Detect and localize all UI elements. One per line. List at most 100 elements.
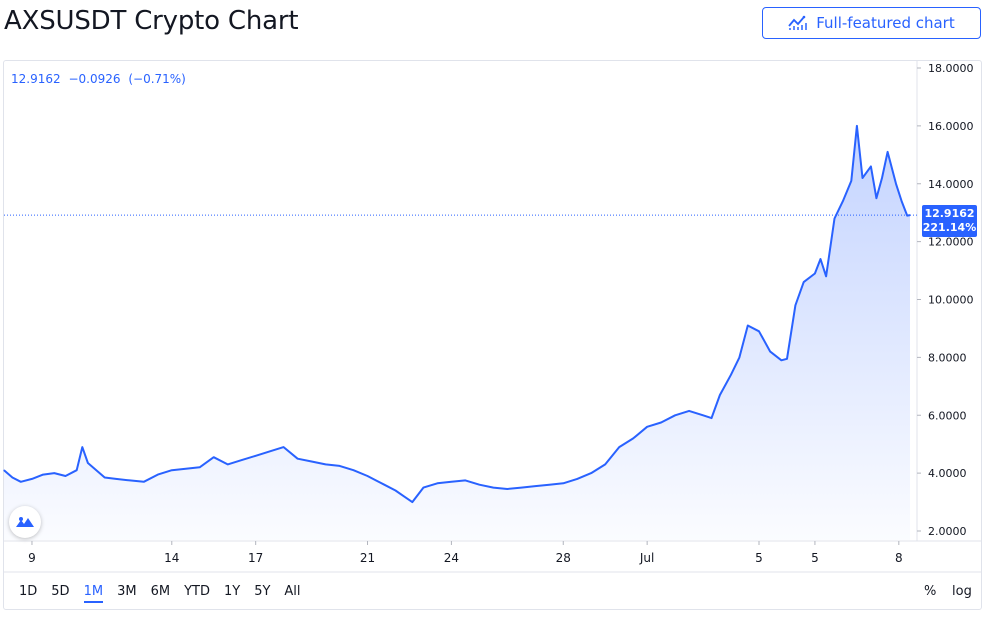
price-point xyxy=(157,474,159,476)
price-point xyxy=(618,446,620,448)
y-tick-label: 2.0000 xyxy=(928,525,967,538)
price-point xyxy=(95,469,97,471)
price-point xyxy=(297,458,299,460)
price-point xyxy=(311,460,313,463)
y-tick-label: 18.0000 xyxy=(928,62,974,75)
log-toggle[interactable]: log xyxy=(952,584,972,599)
price-point xyxy=(688,410,690,412)
legend-change: −0.0926 xyxy=(68,72,121,86)
price-chart[interactable]: 2.0000 4.0000 6.0000 8.0000 10.0000 12.0000 14… xyxy=(0,0,988,623)
price-point xyxy=(881,177,883,179)
price-point xyxy=(478,484,480,486)
price-point xyxy=(383,484,385,486)
last-price-pct: 221.14% xyxy=(922,221,977,235)
price-point xyxy=(199,466,201,468)
price-point xyxy=(819,258,822,260)
range-button-1d[interactable]: 1D xyxy=(19,584,37,603)
range-button-5d[interactable]: 5D xyxy=(51,584,69,603)
price-point xyxy=(227,463,229,465)
price-point xyxy=(53,472,55,474)
range-button-6m[interactable]: 6M xyxy=(151,584,171,603)
y-tick-label: 4.0000 xyxy=(928,467,967,480)
y-tick-label: 16.0000 xyxy=(928,120,974,133)
price-point xyxy=(87,462,89,464)
range-button-3m[interactable]: 3M xyxy=(117,584,137,603)
x-tick-label: 21 xyxy=(360,551,375,565)
y-tick-label: 6.0000 xyxy=(928,409,967,422)
price-point xyxy=(803,281,805,283)
price-point xyxy=(269,450,271,452)
range-button-all[interactable]: All xyxy=(284,584,300,603)
x-tick-label: 5 xyxy=(811,551,819,565)
price-point xyxy=(366,475,369,477)
price-point xyxy=(769,351,771,353)
price-point xyxy=(129,479,131,481)
price-point xyxy=(375,479,377,481)
price-point xyxy=(143,481,145,483)
price-point xyxy=(171,469,173,471)
price-point xyxy=(11,476,13,479)
x-tick-label: 8 xyxy=(895,551,903,565)
range-button-ytd[interactable]: YTD xyxy=(184,584,210,603)
price-point xyxy=(241,459,243,461)
y-tick-label: 8.0000 xyxy=(928,351,967,364)
price-area xyxy=(4,125,910,541)
x-tick-label: 17 xyxy=(248,551,263,565)
price-point xyxy=(786,358,788,360)
legend-change-pct: (−0.71%) xyxy=(128,72,186,86)
price-point xyxy=(730,374,732,376)
range-button-5y[interactable]: 5Y xyxy=(254,584,270,603)
x-tick-label: 28 xyxy=(556,551,571,565)
price-point xyxy=(814,272,816,275)
price-point xyxy=(833,217,836,220)
price-point xyxy=(283,446,285,448)
percent-toggle[interactable]: % xyxy=(924,584,936,599)
price-point xyxy=(534,485,536,487)
x-tick-label: Jul xyxy=(639,551,654,565)
price-point xyxy=(464,479,466,481)
price-point xyxy=(710,417,713,419)
price-point xyxy=(450,481,452,483)
y-tick-label: 10.0000 xyxy=(928,294,974,307)
y-tick-label: 12.0000 xyxy=(928,236,974,249)
price-point xyxy=(747,324,749,327)
range-button-1y[interactable]: 1Y xyxy=(224,584,240,603)
price-point xyxy=(646,426,648,428)
price-point xyxy=(856,125,858,127)
price-point xyxy=(604,463,606,465)
price-point xyxy=(719,394,721,396)
price-point xyxy=(562,482,564,484)
price-point xyxy=(738,356,741,358)
price-point xyxy=(520,487,522,489)
price-point xyxy=(3,469,5,471)
range-selector: 1D 5D 1M 3M 6M YTD 1Y 5Y All xyxy=(19,584,315,603)
price-point xyxy=(64,475,67,477)
price-point xyxy=(492,487,494,489)
price-point xyxy=(861,177,864,179)
price-point xyxy=(875,197,878,199)
price-point xyxy=(825,275,827,277)
price-point xyxy=(403,495,405,497)
price-point xyxy=(901,200,903,202)
price-point xyxy=(506,488,508,490)
x-tick-label: 5 xyxy=(755,551,763,565)
x-tick-label: 9 xyxy=(28,551,36,565)
price-point xyxy=(758,330,760,332)
price-point xyxy=(115,478,117,480)
price-point xyxy=(850,180,852,182)
last-price-tag: 12.9162 221.14% xyxy=(922,205,977,238)
price-point xyxy=(887,151,889,153)
price-point xyxy=(674,414,676,416)
tradingview-logo-icon[interactable] xyxy=(9,506,41,538)
price-point xyxy=(780,359,783,361)
price-point xyxy=(394,489,397,492)
price-point xyxy=(20,481,22,483)
price-point xyxy=(870,165,872,167)
price-point xyxy=(255,455,257,457)
legend-last-price: 12.9162 xyxy=(11,72,61,86)
x-tick-label: 14 xyxy=(164,551,179,565)
price-point xyxy=(794,304,797,306)
x-tick-label: 24 xyxy=(444,551,459,565)
range-button-1m[interactable]: 1M xyxy=(83,584,104,603)
price-point xyxy=(590,472,592,474)
